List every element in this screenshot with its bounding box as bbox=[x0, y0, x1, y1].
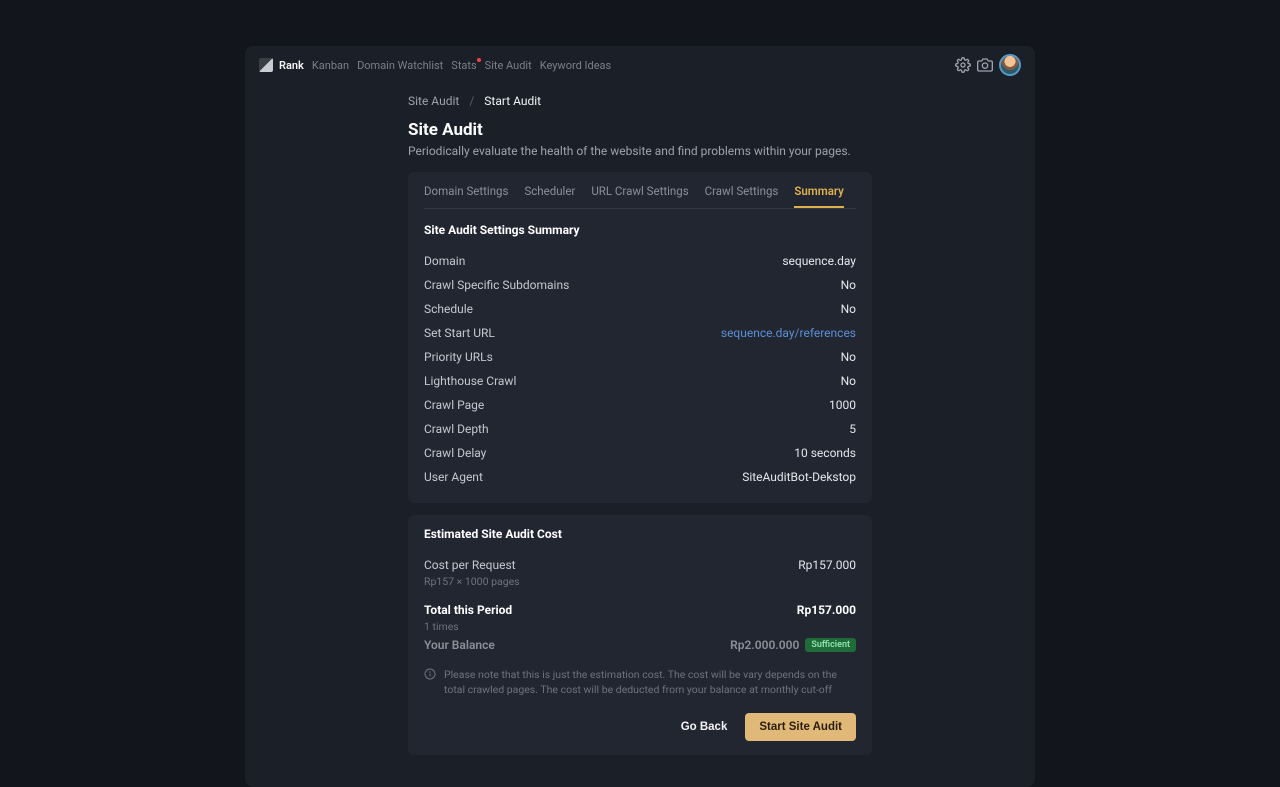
summary-row-crawl-delay: Crawl Delay 10 seconds bbox=[424, 441, 856, 465]
notification-dot-icon bbox=[477, 58, 481, 62]
row-value: No bbox=[841, 374, 856, 388]
tab-domain-settings[interactable]: Domain Settings bbox=[424, 184, 508, 208]
balance-label: Your Balance bbox=[424, 638, 495, 652]
summary-row-crawl-page: Crawl Page 1000 bbox=[424, 393, 856, 417]
nav-item-kanban[interactable]: Kanban bbox=[312, 59, 349, 72]
row-label: Crawl Depth bbox=[424, 422, 489, 436]
row-label: Crawl Specific Subdomains bbox=[424, 278, 569, 292]
summary-row-subdomains: Crawl Specific Subdomains No bbox=[424, 273, 856, 297]
row-value: No bbox=[841, 302, 856, 316]
info-icon bbox=[424, 668, 436, 680]
balance-row: Your Balance Rp2.000.000 Sufficient bbox=[424, 633, 856, 657]
breadcrumb: Site Audit / Start Audit bbox=[408, 94, 872, 108]
cost-heading: Estimated Site Audit Cost bbox=[424, 527, 856, 541]
app-container: Rank Kanban Domain Watchlist Stats Site … bbox=[245, 46, 1035, 787]
summary-panel: Domain Settings Scheduler URL Crawl Sett… bbox=[408, 172, 872, 503]
row-label: Domain bbox=[424, 254, 465, 268]
row-label: User Agent bbox=[424, 470, 483, 484]
cost-note: Please note that this is just the estima… bbox=[424, 667, 856, 697]
nav-item-rank[interactable]: Rank bbox=[279, 59, 304, 72]
row-value: 5 bbox=[849, 422, 856, 436]
tab-scheduler[interactable]: Scheduler bbox=[524, 184, 575, 208]
avatar[interactable] bbox=[999, 54, 1021, 76]
row-label: Total this Period bbox=[424, 603, 512, 617]
go-back-button[interactable]: Go Back bbox=[675, 713, 734, 741]
start-site-audit-button[interactable]: Start Site Audit bbox=[745, 713, 856, 741]
row-value: No bbox=[841, 278, 856, 292]
nav-item-stats[interactable]: Stats bbox=[451, 59, 476, 72]
gear-icon[interactable] bbox=[955, 57, 971, 73]
summary-row-user-agent: User Agent SiteAuditBot-Dekstop bbox=[424, 465, 856, 489]
action-row: Go Back Start Site Audit bbox=[424, 713, 856, 741]
row-label: Lighthouse Crawl bbox=[424, 374, 516, 388]
summary-row-domain: Domain sequence.day bbox=[424, 249, 856, 273]
row-value: Rp157.000 bbox=[798, 558, 856, 572]
nav-item-domain-watchlist[interactable]: Domain Watchlist bbox=[357, 59, 443, 72]
row-label: Schedule bbox=[424, 302, 473, 316]
summary-heading: Site Audit Settings Summary bbox=[424, 223, 856, 237]
row-label: Set Start URL bbox=[424, 326, 495, 340]
total-subtext: 1 times bbox=[424, 620, 856, 633]
row-value: 1000 bbox=[829, 398, 856, 412]
logo-icon bbox=[259, 58, 273, 72]
row-label: Priority URLs bbox=[424, 350, 493, 364]
camera-icon[interactable] bbox=[977, 57, 993, 73]
nav-item-site-audit[interactable]: Site Audit bbox=[485, 59, 532, 72]
balance-amount: Rp2.000.000 bbox=[730, 638, 799, 652]
breadcrumb-parent[interactable]: Site Audit bbox=[408, 94, 459, 108]
row-value-link[interactable]: sequence.day/references bbox=[721, 326, 856, 340]
summary-row-schedule: Schedule No bbox=[424, 297, 856, 321]
row-value: sequence.day bbox=[782, 254, 856, 268]
row-label: Crawl Page bbox=[424, 398, 484, 412]
summary-row-priority-urls: Priority URLs No bbox=[424, 345, 856, 369]
nav-item-keyword-ideas[interactable]: Keyword Ideas bbox=[540, 59, 612, 72]
row-label: Crawl Delay bbox=[424, 446, 486, 460]
per-request-subtext: Rp157 × 1000 pages bbox=[424, 575, 856, 588]
summary-row-start-url: Set Start URL sequence.day/references bbox=[424, 321, 856, 345]
tabs: Domain Settings Scheduler URL Crawl Sett… bbox=[424, 184, 856, 209]
page-subtitle: Periodically evaluate the health of the … bbox=[408, 144, 872, 158]
content-area: Site Audit / Start Audit Site Audit Peri… bbox=[245, 84, 1035, 787]
row-value: No bbox=[841, 350, 856, 364]
tab-summary[interactable]: Summary bbox=[794, 184, 844, 208]
summary-row-lighthouse: Lighthouse Crawl No bbox=[424, 369, 856, 393]
cost-panel: Estimated Site Audit Cost Cost per Reque… bbox=[408, 515, 872, 755]
status-badge: Sufficient bbox=[805, 638, 856, 652]
row-label: Cost per Request bbox=[424, 558, 516, 572]
cost-row-per-request: Cost per Request Rp157.000 bbox=[424, 553, 856, 577]
row-value: SiteAuditBot-Dekstop bbox=[742, 470, 856, 484]
breadcrumb-current: Start Audit bbox=[484, 94, 541, 108]
row-value: 10 seconds bbox=[794, 446, 856, 460]
note-text: Please note that this is just the estima… bbox=[444, 667, 856, 697]
tab-url-crawl-settings[interactable]: URL Crawl Settings bbox=[591, 184, 688, 208]
summary-row-crawl-depth: Crawl Depth 5 bbox=[424, 417, 856, 441]
cost-row-total: Total this Period Rp157.000 bbox=[424, 598, 856, 622]
topbar: Rank Kanban Domain Watchlist Stats Site … bbox=[245, 46, 1035, 84]
nav-items: Rank Kanban Domain Watchlist Stats Site … bbox=[279, 59, 611, 72]
row-value: Rp157.000 bbox=[797, 603, 856, 617]
tab-crawl-settings[interactable]: Crawl Settings bbox=[705, 184, 779, 208]
breadcrumb-separator: / bbox=[469, 94, 474, 108]
page-title: Site Audit bbox=[408, 120, 872, 140]
